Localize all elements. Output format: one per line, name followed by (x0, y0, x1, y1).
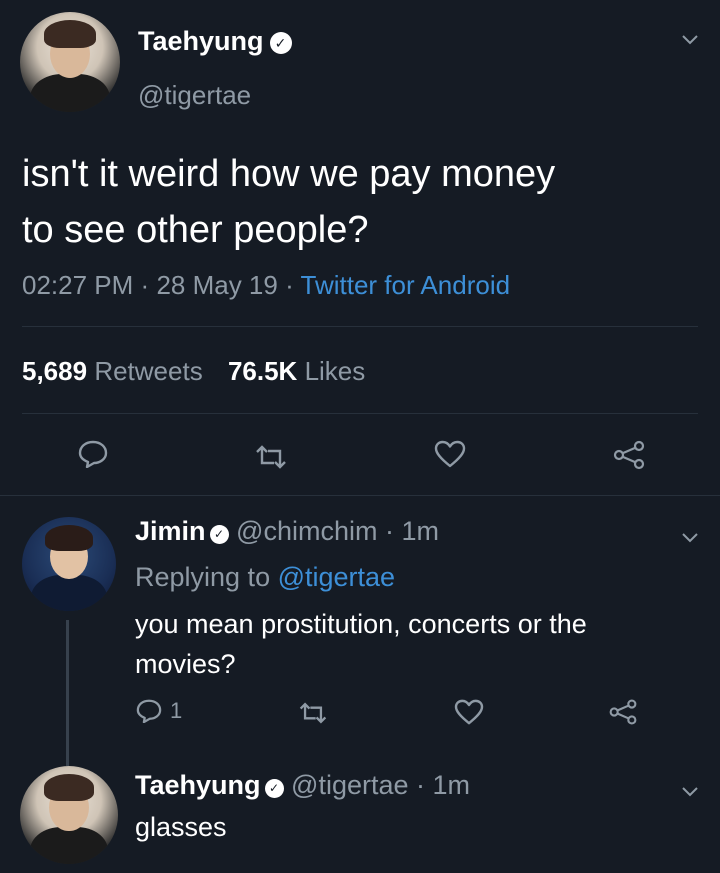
retweets-label: Retweets (94, 356, 203, 386)
reply-text-line: you mean prostitution, concerts or the (135, 609, 587, 639)
chevron-down-icon[interactable] (682, 526, 698, 549)
likes-count: 76.5K (227, 356, 298, 386)
reply-count: 1 (170, 698, 183, 723)
divider (22, 326, 698, 327)
reply-text-line: movies? (135, 649, 236, 679)
replying-to-handle[interactable]: @tigertae (278, 562, 395, 592)
reply-header: Jimin ✓ @chimchim · 1m (135, 516, 439, 547)
reply-header: Taehyung ✓ @tigertae · 1m (135, 770, 470, 801)
avatar-body (31, 575, 107, 611)
share-icon[interactable] (608, 698, 638, 731)
retweet-icon[interactable] (298, 702, 328, 729)
retweets-stat[interactable]: 5,689 Retweets (22, 356, 203, 386)
reply-display-name[interactable]: Taehyung (135, 770, 261, 800)
avatar-body (30, 74, 110, 112)
author-handle[interactable]: @tigertae (138, 80, 251, 111)
tweet-stats: 5,689 Retweets 76.5K Likes (22, 356, 365, 387)
thread-connector-line (66, 620, 69, 766)
avatar-hair (44, 524, 94, 551)
tweet-text: isn't it weird how we pay money to see o… (22, 146, 555, 258)
meta-separator: · (416, 770, 426, 800)
reply-icon[interactable] (78, 440, 108, 473)
avatar-jimin[interactable] (22, 517, 116, 611)
divider (22, 413, 698, 414)
likes-label: Likes (304, 356, 366, 386)
divider (0, 495, 720, 496)
avatar-taehyung[interactable] (20, 12, 120, 112)
chevron-down-icon[interactable] (682, 780, 698, 803)
reply-text: you mean prostitution, concerts or the m… (135, 604, 587, 684)
avatar-taehyung[interactable] (20, 766, 118, 864)
tweet-date[interactable]: 28 May 19 (156, 270, 277, 300)
reply-handle[interactable]: @chimchim (236, 516, 377, 546)
tweet-time[interactable]: 02:27 PM (22, 270, 133, 300)
share-icon[interactable] (612, 440, 646, 475)
retweet-icon[interactable] (254, 445, 288, 474)
meta-separator: · (285, 270, 294, 300)
reply-age: 1m (432, 770, 471, 800)
replying-to-label: Replying to (135, 562, 271, 592)
tweet-text-line: isn't it weird how we pay money (22, 153, 556, 195)
reply-icon (136, 699, 162, 723)
tweet-author-row: Taehyung ✓ (138, 26, 292, 57)
author-display-name[interactable]: Taehyung (138, 26, 264, 56)
meta-separator: · (140, 270, 150, 300)
reply-action[interactable]: 1 (136, 698, 182, 724)
reply-display-name[interactable]: Jimin (135, 516, 206, 546)
verified-badge-icon: ✓ (269, 32, 292, 54)
reply-text: glasses (135, 812, 227, 842)
tweet-text-line: to see other people? (22, 209, 369, 251)
tweet-source[interactable]: Twitter for Android (301, 270, 511, 300)
verified-badge-icon: ✓ (209, 525, 229, 544)
replying-to: Replying to @tigertae (135, 562, 395, 593)
meta-separator: · (384, 516, 394, 546)
retweets-count: 5,689 (22, 356, 88, 386)
avatar-hair (44, 20, 96, 48)
avatar-hair (43, 773, 95, 802)
avatar-body (29, 826, 109, 864)
reply-age: 1m (401, 516, 440, 546)
chevron-down-icon[interactable] (682, 28, 698, 51)
heart-icon[interactable] (434, 440, 466, 473)
verified-badge-icon: ✓ (264, 779, 284, 798)
heart-icon[interactable] (454, 699, 484, 730)
likes-stat[interactable]: 76.5K Likes (228, 356, 365, 386)
reply-handle[interactable]: @tigertae (291, 770, 408, 800)
tweet-meta: 02:27 PM · 28 May 19 · Twitter for Andro… (22, 270, 510, 301)
